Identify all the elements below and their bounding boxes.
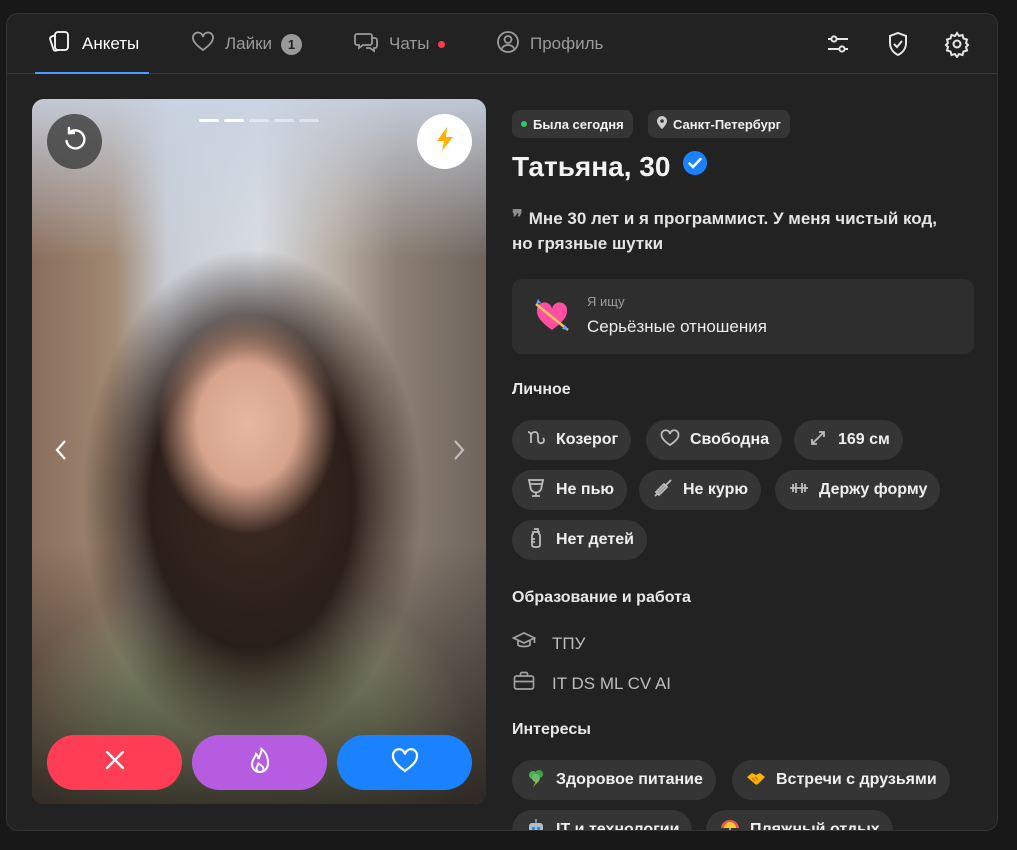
tab-label: Анкеты: [82, 34, 140, 53]
progress-segment: [249, 119, 269, 122]
education-section-title: Образование и работа: [512, 589, 691, 606]
tag-interest: IT и технологии: [512, 810, 693, 831]
heart-arrow-icon: [532, 296, 572, 336]
profile-photo[interactable]: [32, 99, 486, 804]
robot-icon: [525, 817, 547, 830]
tag-interest: Здоровое питание: [512, 760, 716, 800]
tag-label: Нет детей: [556, 531, 634, 548]
prev-photo-button[interactable]: [50, 437, 72, 467]
interests-section-title: Интересы: [512, 721, 591, 738]
bio-text: Мне 30 лет и я программист. У меня чисты…: [512, 209, 937, 253]
handshake-icon: [745, 767, 767, 794]
progress-segment: [274, 119, 294, 122]
tag-label: Козерог: [556, 431, 619, 448]
photo-progress: [199, 119, 319, 122]
tag-label: Не пью: [556, 481, 615, 498]
tag-label: Свободна: [690, 431, 770, 448]
tag-interest: Пляжный отдых: [706, 810, 893, 831]
progress-segment: [299, 119, 319, 122]
tag-fitness: Держу форму: [775, 470, 941, 510]
app-window: Анкеты Лайки 1 Чаты Профиль Была сегодня…: [6, 13, 998, 831]
tag-label: Не курю: [683, 481, 749, 498]
tag-label: IT и технологии: [556, 821, 680, 831]
lightning-icon: [431, 125, 459, 158]
progress-segment: [224, 119, 244, 122]
tab-label: Чаты: [389, 34, 430, 53]
next-photo-button[interactable]: [448, 437, 470, 467]
tag-children: Нет детей: [512, 520, 647, 560]
tag-label: Держу форму: [819, 481, 928, 498]
city-text: Санкт-Петербург: [673, 116, 782, 132]
like-button[interactable]: [337, 735, 472, 790]
education-work: IT DS ML CV AI: [512, 669, 671, 698]
work-text: IT DS ML CV AI: [552, 673, 672, 693]
tag-label: 169 см: [838, 431, 890, 448]
city-chip: Санкт-Петербург: [648, 110, 791, 138]
dumbbell-icon: [788, 477, 810, 504]
heart-outline-icon: [659, 427, 681, 454]
heart-icon: [390, 746, 420, 779]
no-smoking-icon: [652, 477, 674, 504]
glass-icon: [525, 477, 547, 504]
name-age: Татьяна, 30: [512, 150, 671, 182]
cards-icon: [47, 29, 73, 60]
chevron-left-icon: [54, 439, 68, 466]
education-school: ТПУ: [511, 629, 586, 658]
capricorn-icon: [525, 427, 547, 454]
profile-info: Была сегодня Санкт-Петербург Татьяна, 30…: [511, 14, 982, 831]
tab-profiles[interactable]: Анкеты: [34, 14, 150, 74]
unread-dot: [438, 40, 446, 48]
seeking-value: Серьёзные отношения: [587, 317, 767, 336]
personal-section-title: Личное: [512, 381, 571, 398]
tag-zodiac: Козерог: [512, 420, 632, 460]
tag-label: Пляжный отдых: [750, 821, 880, 831]
status-text: Была сегодня: [533, 116, 624, 132]
tag-label: Встречи с друзьями: [776, 771, 937, 788]
chat-icon: [354, 29, 380, 60]
expand-icon: [807, 427, 829, 454]
flame-icon: [245, 745, 275, 780]
online-status-chip: Была сегодня: [512, 110, 633, 138]
tag-smoking: Не курю: [639, 470, 762, 510]
seeking-card: Я ищу Серьёзные отношения: [512, 279, 974, 354]
seeking-label: Я ищу: [587, 294, 625, 309]
undo-icon: [60, 124, 90, 159]
briefcase-icon: [512, 669, 536, 698]
tab-chats[interactable]: Чаты: [354, 14, 446, 74]
dislike-button[interactable]: [47, 735, 182, 790]
profile-bio: ❞ Мне 30 лет и я программист. У меня чист…: [512, 205, 962, 256]
baby-bottle-icon: [525, 527, 547, 554]
close-icon: [103, 748, 127, 777]
tab-likes[interactable]: Лайки 1: [190, 14, 303, 74]
undo-button[interactable]: [47, 114, 102, 169]
verified-icon: [682, 150, 708, 183]
tag-interest: Встречи с друзьями: [732, 760, 950, 800]
superlike-button[interactable]: [192, 735, 327, 790]
online-dot: [521, 121, 527, 127]
profile-name: Татьяна, 30: [512, 150, 708, 183]
broccoli-icon: [525, 767, 547, 794]
boost-button[interactable]: [417, 114, 472, 169]
heart-icon: [190, 29, 216, 60]
tag-drinking: Не пью: [512, 470, 628, 510]
tag-label: Здоровое питание: [556, 771, 703, 788]
tag-height: 169 см: [794, 420, 903, 460]
progress-segment: [199, 119, 219, 122]
graduation-cap-icon: [511, 629, 537, 658]
location-pin-icon: [657, 116, 667, 132]
umbrella-icon: [719, 817, 741, 830]
chevron-right-icon: [452, 439, 466, 466]
school-text: ТПУ: [552, 633, 586, 653]
likes-count-badge: 1: [281, 33, 303, 55]
quote-icon: ❞: [512, 205, 523, 229]
tag-relationship: Свободна: [646, 420, 783, 460]
tab-label: Лайки: [225, 34, 273, 53]
